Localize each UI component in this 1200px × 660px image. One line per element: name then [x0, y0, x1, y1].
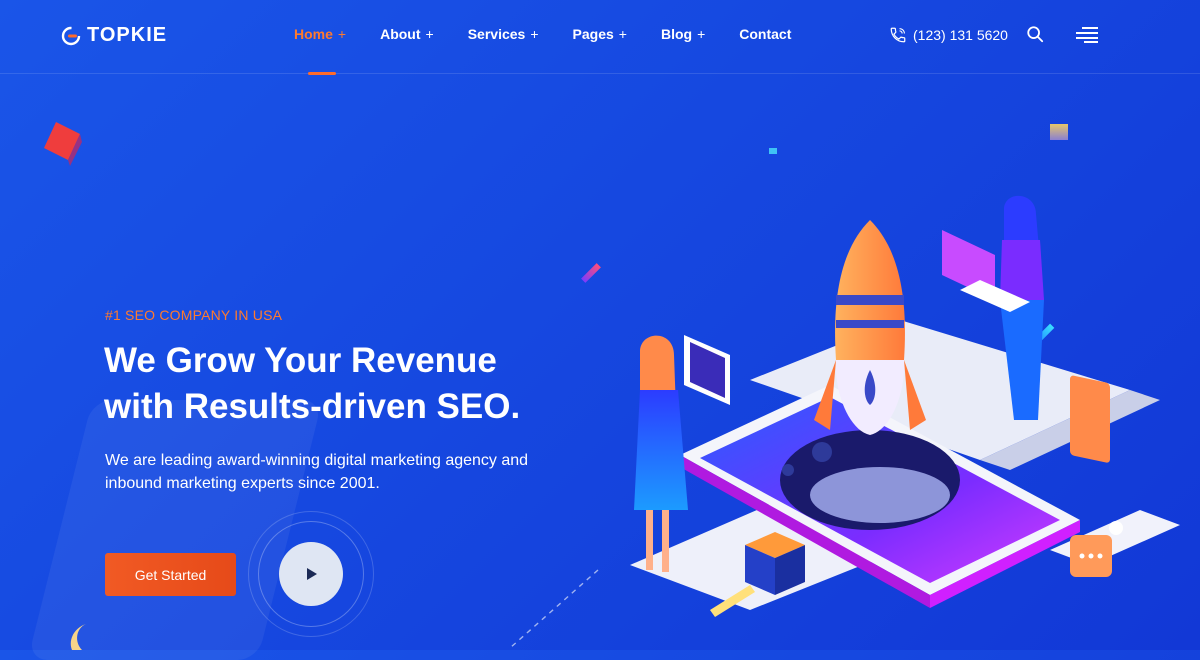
chat-dot: [1097, 553, 1103, 559]
chat-dot: [1088, 553, 1094, 559]
person-left-leg: [646, 510, 653, 570]
play-button[interactable]: [279, 542, 343, 606]
seo-rocket-illustration: [630, 195, 1180, 617]
rocket-band: [836, 320, 904, 328]
hero-description: We are leading award-winning digital mar…: [105, 449, 565, 495]
decorative-dot: [769, 148, 777, 154]
hero-headline: We Grow Your Revenue with Results-driven…: [104, 338, 624, 430]
person-left-dress: [634, 390, 688, 510]
brand-logo[interactable]: TOPKIE: [61, 24, 167, 47]
decorative-dotted-line: [509, 569, 599, 649]
rocket-band: [836, 295, 904, 305]
description-line-1: We are leading award-winning digital mar…: [105, 452, 529, 469]
nav-item-pages[interactable]: Pages +: [573, 26, 627, 42]
decorative-dash: [581, 263, 601, 283]
crater-bubble: [782, 464, 794, 476]
headline-line-2: with Results-driven SEO.: [104, 387, 521, 426]
hero-tagline: #1 SEO COMPANY IN USA: [105, 307, 283, 323]
brand-name: TOPKIE: [87, 24, 168, 46]
smoke-cloud: [810, 467, 950, 523]
hamburger-menu-icon[interactable]: [1076, 27, 1098, 43]
video-play-control: [248, 511, 374, 637]
decorative-square: [1050, 124, 1068, 140]
phone-icon: [890, 27, 906, 43]
nav-item-blog[interactable]: Blog +: [661, 26, 705, 42]
play-icon: [307, 568, 317, 580]
logo-icon: [61, 26, 81, 45]
decorative-cube-icon: [44, 122, 82, 166]
get-started-button[interactable]: Get Started: [105, 553, 236, 596]
search-icon[interactable]: [1026, 25, 1044, 43]
person-left-leg: [662, 510, 669, 572]
person-right-body: [1000, 240, 1044, 300]
chart-card: [1070, 375, 1110, 463]
main-nav: Home + About + Services + Pages + Blog + Cont…: [294, 26, 825, 42]
phone-number: (123) 131 5620: [913, 27, 1008, 43]
moon-icon: [70, 624, 86, 650]
nav-item-services[interactable]: Services +: [468, 26, 539, 42]
decorative-circle: [1109, 521, 1123, 535]
description-line-2: inbound marketing experts since 2001.: [105, 475, 380, 492]
rocket-body: [835, 220, 905, 360]
headline-line-1: We Grow Your Revenue: [104, 341, 497, 380]
phone-contact[interactable]: (123) 131 5620: [889, 26, 1008, 44]
active-nav-indicator: [308, 72, 336, 75]
chat-dot: [1079, 553, 1085, 559]
nav-item-contact[interactable]: Contact: [739, 26, 791, 42]
crater-bubble: [812, 442, 832, 462]
site-header: TOPKIE Home + About + Services + Pages + Blo…: [0, 0, 1200, 75]
nav-item-about[interactable]: About +: [380, 26, 434, 42]
nav-item-home[interactable]: Home +: [294, 26, 346, 42]
